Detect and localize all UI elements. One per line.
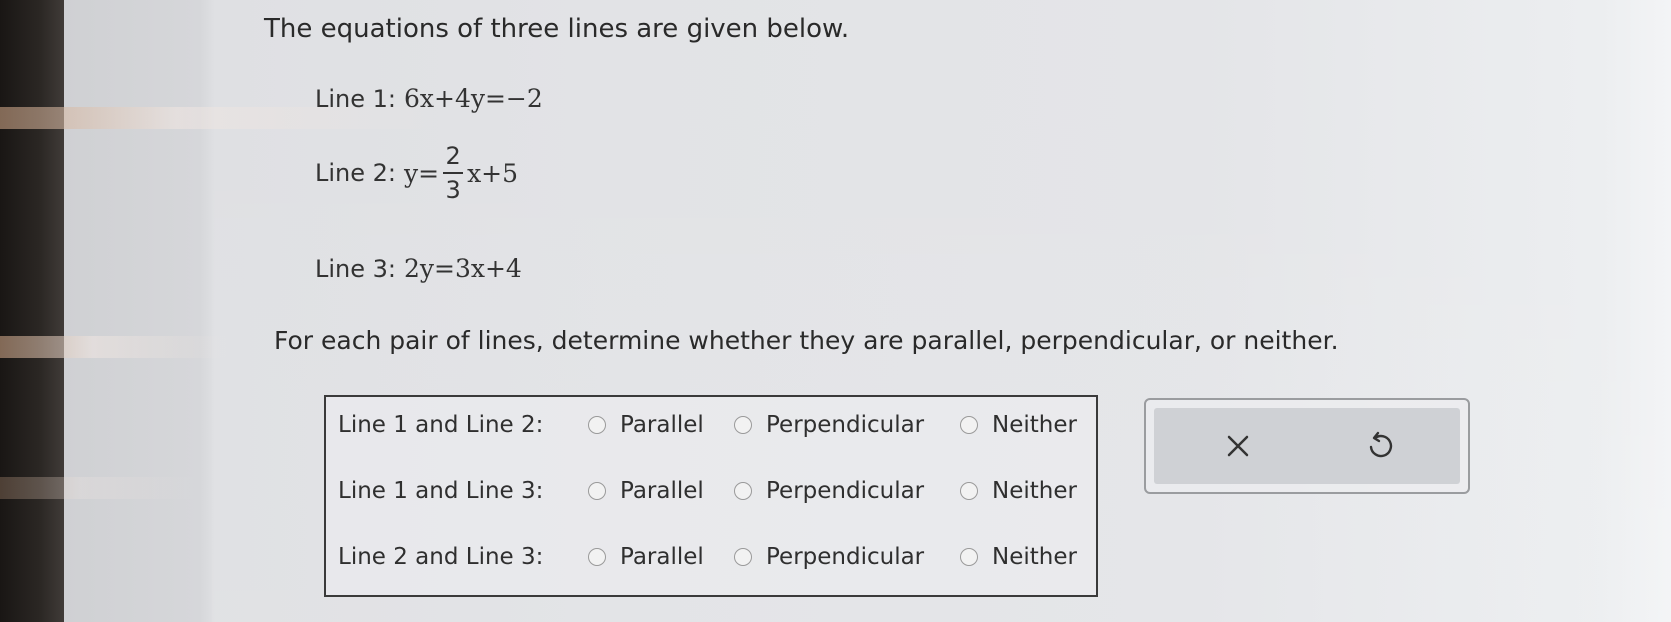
option-label: Perpendicular: [766, 544, 925, 570]
answer-controls: [1144, 398, 1470, 494]
answer-table: Line 1 and Line 2: Parallel Perpendicula…: [324, 395, 1098, 597]
option-label: Parallel: [620, 478, 704, 504]
row-label: Line 1 and Line 3:: [338, 478, 544, 504]
option-label: Perpendicular: [766, 412, 925, 438]
clear-button[interactable]: [1208, 422, 1268, 470]
perpendicular-option[interactable]: Perpendicular: [734, 412, 924, 438]
line-2-equation: Line 2: y= 2 3 x+5: [315, 142, 518, 204]
answer-row: Line 1 and Line 2: Parallel Perpendicula…: [326, 405, 1096, 445]
line-2-suffix: x+5: [467, 158, 519, 188]
line-2-label: Line 2:: [315, 159, 396, 187]
option-label: Neither: [992, 544, 1077, 570]
undo-icon: [1369, 431, 1393, 458]
answer-row: Line 1 and Line 3: Parallel Perpendicula…: [326, 471, 1096, 511]
controls-bar: [1154, 408, 1460, 484]
line-1-label: Line 1:: [315, 84, 396, 113]
option-label: Parallel: [620, 544, 704, 570]
perpendicular-option[interactable]: Perpendicular: [734, 478, 924, 504]
line-3-equation: Line 3: 2y=3x+4: [315, 254, 522, 283]
radio-button[interactable]: [960, 416, 978, 434]
neither-option[interactable]: Neither: [960, 478, 1077, 504]
row-label: Line 2 and Line 3:: [338, 544, 544, 570]
perpendicular-option[interactable]: Perpendicular: [734, 544, 924, 570]
radio-button[interactable]: [588, 416, 606, 434]
parallel-option[interactable]: Parallel: [588, 412, 704, 438]
option-label: Perpendicular: [766, 478, 925, 504]
parallel-option[interactable]: Parallel: [588, 544, 704, 570]
radio-button[interactable]: [960, 482, 978, 500]
row-label: Line 1 and Line 2:: [338, 412, 544, 438]
fraction: 2 3: [443, 142, 464, 204]
line-1-equation: Line 1: 6x+4y=−2: [315, 84, 543, 113]
fraction-denominator: 3: [445, 176, 461, 204]
option-label: Parallel: [620, 412, 704, 438]
radio-button[interactable]: [734, 416, 752, 434]
question-intro: The equations of three lines are given b…: [264, 14, 850, 44]
neither-option[interactable]: Neither: [960, 412, 1077, 438]
answer-row: Line 2 and Line 3: Parallel Perpendicula…: [326, 537, 1096, 577]
fraction-numerator: 2: [445, 142, 461, 170]
line-2-prefix: y=: [404, 158, 440, 188]
line-3-label: Line 3:: [315, 254, 396, 283]
radio-button[interactable]: [734, 482, 752, 500]
fraction-bar: [443, 172, 464, 174]
option-label: Neither: [992, 412, 1077, 438]
line-1-formula: 6x+4y=−2: [404, 84, 543, 113]
parallel-option[interactable]: Parallel: [588, 478, 704, 504]
radio-button[interactable]: [734, 548, 752, 566]
screen-glare: [0, 477, 200, 499]
screen-glare: [0, 336, 230, 358]
undo-button[interactable]: [1350, 422, 1410, 470]
radio-button[interactable]: [588, 482, 606, 500]
question-prompt: For each pair of lines, determine whethe…: [274, 326, 1339, 355]
radio-button[interactable]: [960, 548, 978, 566]
option-label: Neither: [992, 478, 1077, 504]
radio-button[interactable]: [588, 548, 606, 566]
monitor-bezel: [0, 0, 64, 622]
neither-option[interactable]: Neither: [960, 544, 1077, 570]
close-icon: [1227, 435, 1249, 457]
line-3-formula: 2y=3x+4: [404, 254, 522, 283]
